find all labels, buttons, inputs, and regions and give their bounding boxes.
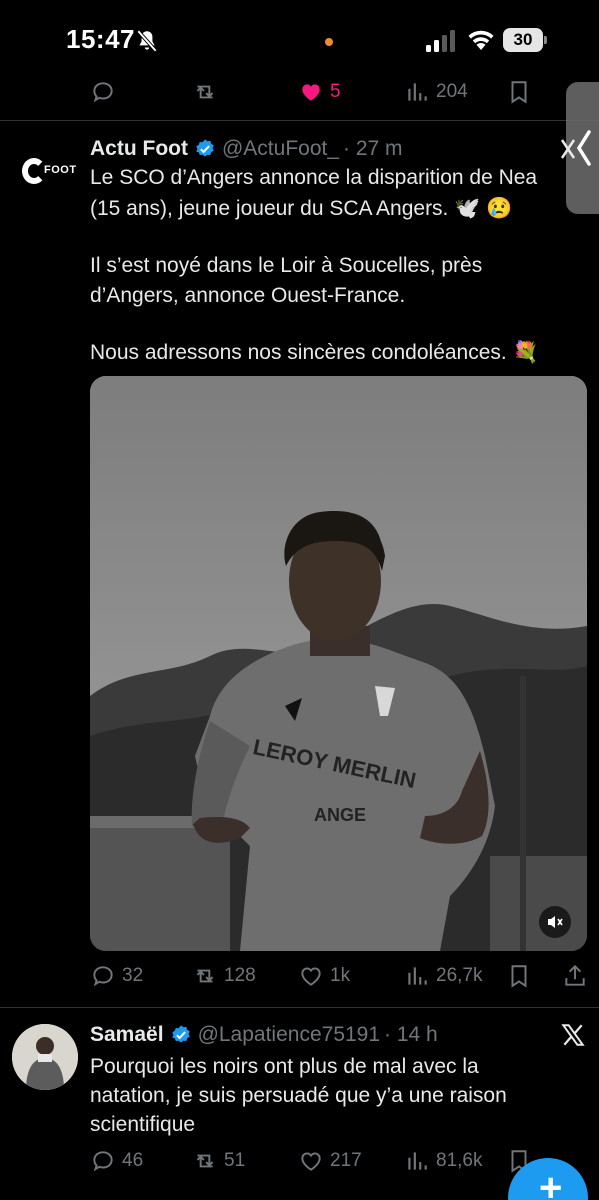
views-icon [408, 83, 427, 101]
like-count: 1k [330, 965, 351, 986]
reply-icon [93, 82, 113, 103]
like-button[interactable]: 5 [298, 78, 341, 106]
battery-level: 30 [503, 28, 543, 52]
speaker-muted-icon [548, 916, 563, 928]
reply-button[interactable] [90, 78, 122, 106]
handle[interactable]: @Lapatience75191 [198, 1023, 380, 1047]
reply-icon [93, 1151, 113, 1172]
status-time: 15:47 [66, 24, 135, 54]
tweet-text-line: d’Angers, annonce Ouest-France. [90, 284, 406, 307]
repost-icon [196, 85, 214, 99]
repost-count: 128 [224, 965, 256, 986]
reply-count: 46 [122, 1150, 144, 1171]
avatar-logo-text: FOOT [44, 164, 77, 176]
share-button[interactable] [562, 962, 594, 990]
mute-button[interactable] [539, 906, 571, 938]
previous-tweet-actions: 5 204 [0, 81, 599, 120]
heart-filled-icon [302, 84, 320, 101]
share-icon [565, 964, 585, 986]
bookmark-button[interactable] [506, 962, 538, 990]
tweet-text-line: natation, je suis persuadé que y’a une r… [90, 1084, 507, 1107]
like-count: 217 [330, 1150, 362, 1171]
tweet-text-line: Il s’est noyé dans le Loir à Soucelles, … [90, 254, 483, 277]
views-count: 26,7k [436, 965, 483, 986]
repost-icon [196, 1154, 214, 1168]
verified-icon [196, 139, 214, 157]
tweet-header: Actu Foot @ActuFoot_ · 27 m [90, 136, 403, 162]
tweet-text-line: Le SCO d’Angers annonce la disparition d… [90, 166, 538, 189]
display-name[interactable]: Samaël [90, 1023, 164, 1047]
x-logo-icon[interactable] [560, 1022, 586, 1048]
bell-slash-icon [136, 29, 158, 53]
repost-button[interactable]: 128 [192, 962, 256, 990]
views-icon [408, 1152, 427, 1170]
chevron-left-icon[interactable] [575, 128, 593, 168]
avatar[interactable] [12, 1024, 78, 1090]
repost-button[interactable]: 51 [192, 1147, 245, 1175]
like-button[interactable]: 217 [298, 1147, 362, 1175]
avatar-photo [12, 1024, 78, 1090]
plus-icon: + [539, 1166, 563, 1200]
views-button[interactable]: 81,6k [404, 1147, 482, 1175]
battery-icon: 30 [503, 28, 547, 52]
tweet-text-line: Nous adressons nos sincères condoléances… [90, 341, 539, 364]
views-icon [408, 967, 427, 985]
tweet-text-line: (15 ans), jeune joueur du SCA Angers. 🕊️… [90, 197, 513, 220]
timestamp[interactable]: · 27 m [343, 137, 403, 161]
tweet-photo: LEROY MERLIN ANGE [90, 376, 587, 951]
wifi-icon [468, 30, 494, 50]
views-count: 81,6k [436, 1150, 483, 1171]
heart-icon [301, 1152, 321, 1171]
heart-icon [301, 967, 321, 986]
repost-icon [196, 969, 214, 983]
tweet-media[interactable]: LEROY MERLIN ANGE [90, 376, 587, 951]
svg-text:ANGE: ANGE [314, 805, 366, 825]
reply-button[interactable]: 46 [90, 1147, 143, 1175]
status-bar: 15:47 30 [0, 0, 599, 82]
avatar[interactable]: FOOT [14, 150, 77, 194]
views-button[interactable]: 26,7k [404, 962, 482, 990]
bookmark-icon [511, 81, 527, 104]
tweet-text-line: Pourquoi les noirs ont plus de mal avec … [90, 1055, 479, 1078]
reply-button[interactable]: 32 [90, 962, 143, 990]
repost-count: 51 [224, 1150, 246, 1171]
tweet-header: Samaël @Lapatience75191 · 14 h [90, 1022, 438, 1048]
reply-count: 32 [122, 965, 144, 986]
reply-icon [93, 966, 113, 987]
tweet-text-line: scientifique [90, 1113, 196, 1136]
divider [0, 1007, 599, 1008]
verified-icon [171, 1025, 190, 1043]
bookmark-icon [511, 965, 527, 988]
signal-icon [426, 30, 455, 52]
repost-button[interactable] [192, 78, 224, 106]
x-logo-icon[interactable] [560, 136, 576, 162]
bookmark-button[interactable] [506, 78, 538, 106]
logo [22, 158, 46, 184]
handle[interactable]: @ActuFoot_ [222, 137, 339, 161]
display-name[interactable]: Actu Foot [90, 137, 188, 161]
like-button[interactable]: 1k [298, 962, 350, 990]
divider [0, 120, 599, 121]
views-button[interactable]: 204 [404, 78, 468, 106]
privacy-indicator [325, 38, 333, 46]
like-count: 5 [330, 81, 341, 102]
timestamp[interactable]: · 14 h [384, 1023, 438, 1047]
views-count: 204 [436, 81, 468, 102]
